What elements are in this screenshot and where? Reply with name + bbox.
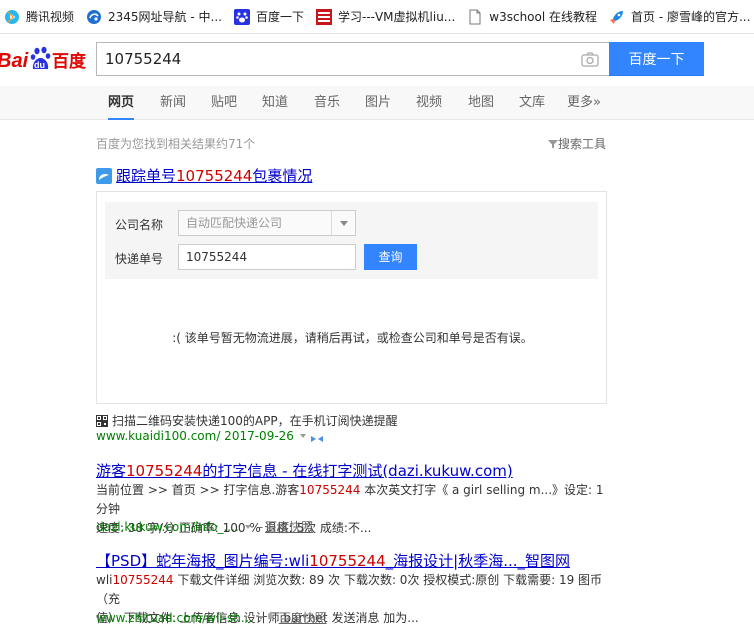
abstract-highlight: 10755244	[299, 483, 361, 497]
bookmark-baidu[interactable]: 百度一下	[230, 0, 312, 33]
bookmark-label: 腾讯视频	[26, 10, 75, 24]
bookmark-label: w3school 在线教程	[489, 10, 598, 24]
bookmark-w3school[interactable]: w3school 在线教程	[463, 0, 605, 33]
abstract-line: wli10755244 下载文件详细 浏览次数: 89 次 下载次数: 0次 授…	[96, 571, 608, 609]
search-header: Bai du 百度 百度一下	[0, 34, 754, 86]
tab-music[interactable]: 音乐	[314, 86, 340, 120]
chevron-down-icon[interactable]	[258, 615, 265, 620]
kuaidi-title-post: 包裹情况	[252, 167, 313, 185]
kuaidi-url[interactable]: www.kuaidi100.com/ 2017-09-26	[96, 429, 294, 443]
result-url-line: www.zhituad.com/wli-sh... - 百度快照	[96, 609, 327, 626]
kuaidi-icon	[96, 167, 112, 184]
logo-text-cn: 百度	[52, 51, 87, 72]
qr-promo-text: 扫描二维码安装快递100的APP，在手机订阅快递提醒	[112, 414, 398, 428]
search-input[interactable]	[97, 43, 567, 75]
company-label: 公司名称	[115, 218, 164, 232]
page-icon	[467, 9, 483, 25]
search-tools-button[interactable]: 搜索工具	[547, 135, 606, 152]
kuaidi-form: 公司名称 自动匹配快递公司 快递单号 10755244 查询	[105, 202, 598, 279]
tab-video[interactable]: 视频	[416, 86, 442, 120]
tab-map[interactable]: 地图	[468, 86, 494, 120]
result-url[interactable]: dazi.kukuw.com/info_....	[96, 520, 239, 534]
logo-text-du: du	[34, 60, 45, 70]
result-title-post: _海报设计|秋季海..._智图网	[385, 552, 570, 570]
tab-images[interactable]: 图片	[365, 86, 391, 120]
tab-web[interactable]: 网页	[108, 86, 135, 120]
result-title[interactable]: 【PSD】蛇年海报_图片编号:wli10755244_海报设计|秋季海..._智…	[96, 550, 570, 571]
abstract-text: 当前位置 >> 首页 >> 打字信息.游客	[96, 483, 300, 497]
result-title-num: 10755244	[126, 462, 203, 480]
kuaidi-result-title[interactable]: 跟踪单号 10755244 包裹情况	[96, 165, 312, 186]
snapshot-separator: -	[258, 519, 264, 534]
logo-text-bai: Bai	[0, 50, 29, 72]
no-tracking-message: :( 该单号暂无物流进展，请稍后再试，或检查公司和单号是否有误。	[172, 331, 533, 345]
chevron-down-icon	[331, 211, 355, 235]
bookmark-liaoxuefeng[interactable]: 首页 - 廖雪峰的官方...	[605, 0, 754, 33]
snapshot-link[interactable]: 百度快照	[279, 609, 327, 626]
bow-icon	[310, 432, 324, 442]
tracking-number-input[interactable]: 10755244	[178, 244, 356, 270]
baidu-logo[interactable]: Bai du 百度	[0, 42, 90, 76]
search-box	[96, 42, 609, 76]
tab-zhidao[interactable]: 知道	[262, 86, 288, 120]
tab-tieba[interactable]: 贴吧	[211, 86, 237, 120]
chevron-down-icon[interactable]	[244, 524, 251, 529]
filter-icon	[547, 138, 558, 152]
result-title-pre: 【PSD】蛇年海报_图片编号:wli	[96, 552, 310, 570]
qr-promo-line: 扫描二维码安装快递100的APP，在手机订阅快递提醒	[96, 412, 398, 429]
kuaidi-title-num: 10755244	[176, 166, 253, 185]
bookmark-vm-blog[interactable]: 学习---VM虚拟机liu...	[312, 0, 463, 33]
rocket-icon	[609, 9, 625, 25]
blog-icon	[315, 8, 332, 25]
result-count: 百度为您找到相关结果约71个	[96, 137, 256, 151]
bookmark-label: 百度一下	[255, 10, 304, 24]
abstract-line: 当前位置 >> 首页 >> 打字信息.游客10755244 本次英文打字《 a …	[96, 481, 608, 519]
result-url-line: dazi.kukuw.com/info_.... - 百度快照	[96, 518, 313, 535]
bookmark-label: 2345网址导航 - 中...	[108, 10, 222, 24]
tab-wenku[interactable]: 文库	[519, 86, 545, 120]
chevron-down-icon[interactable]	[299, 434, 306, 438]
search-button[interactable]: 百度一下	[609, 42, 704, 76]
result-url[interactable]: www.zhituad.com/wli-sh...	[96, 611, 252, 625]
kuaidi-url-line: www.kuaidi100.com/ 2017-09-26	[96, 429, 324, 443]
number-label: 快递单号	[115, 252, 164, 266]
tencent-video-icon	[4, 9, 20, 25]
company-select-value: 自动匹配快递公司	[186, 216, 283, 230]
search-tabs: 网页 新闻 贴吧 知道 音乐 图片 视频 地图 文库 更多»	[0, 86, 754, 120]
snapshot-link[interactable]: 百度快照	[265, 518, 313, 535]
result-title-pre: 游客	[96, 462, 127, 480]
kuaidi-title-pre: 跟踪单号	[116, 167, 177, 185]
bookmark-2345[interactable]: 2345网址导航 - 中...	[82, 0, 230, 33]
bookmark-tencent-video[interactable]: 腾讯视频	[0, 0, 82, 33]
kuaidi-widget: 公司名称 自动匹配快递公司 快递单号 10755244 查询 :( 该单号暂无物…	[96, 191, 607, 404]
abstract-highlight: 10755244	[112, 573, 174, 587]
camera-icon[interactable]	[581, 51, 599, 67]
bookmark-label: 学习---VM虚拟机liu...	[337, 10, 456, 24]
bookmark-label: 首页 - 廖雪峰的官方...	[631, 10, 751, 24]
company-select[interactable]: 自动匹配快递公司	[178, 210, 356, 236]
baidu-paw-icon	[233, 8, 250, 25]
result-title-post: 的打字信息 - 在线打字测试(dazi.kukuw.com)	[202, 462, 513, 480]
result-title[interactable]: 游客10755244的打字信息 - 在线打字测试(dazi.kukuw.com)	[96, 460, 513, 481]
result-title-num: 10755244	[309, 552, 386, 570]
tab-more[interactable]: 更多»	[567, 86, 601, 120]
qr-code-icon	[96, 414, 108, 427]
snapshot-separator: -	[272, 610, 277, 625]
query-button[interactable]: 查询	[364, 244, 417, 270]
abstract-text: wli	[96, 573, 113, 587]
search-tools-label: 搜索工具	[557, 137, 606, 151]
bookmarks-bar: 腾讯视频 2345网址导航 - 中... 百度一下 学习---VM虚拟机liu.…	[0, 0, 754, 34]
result-count-line: 百度为您找到相关结果约71个 搜索工具	[96, 135, 606, 152]
tab-news[interactable]: 新闻	[160, 86, 186, 120]
2345-icon	[86, 9, 102, 25]
